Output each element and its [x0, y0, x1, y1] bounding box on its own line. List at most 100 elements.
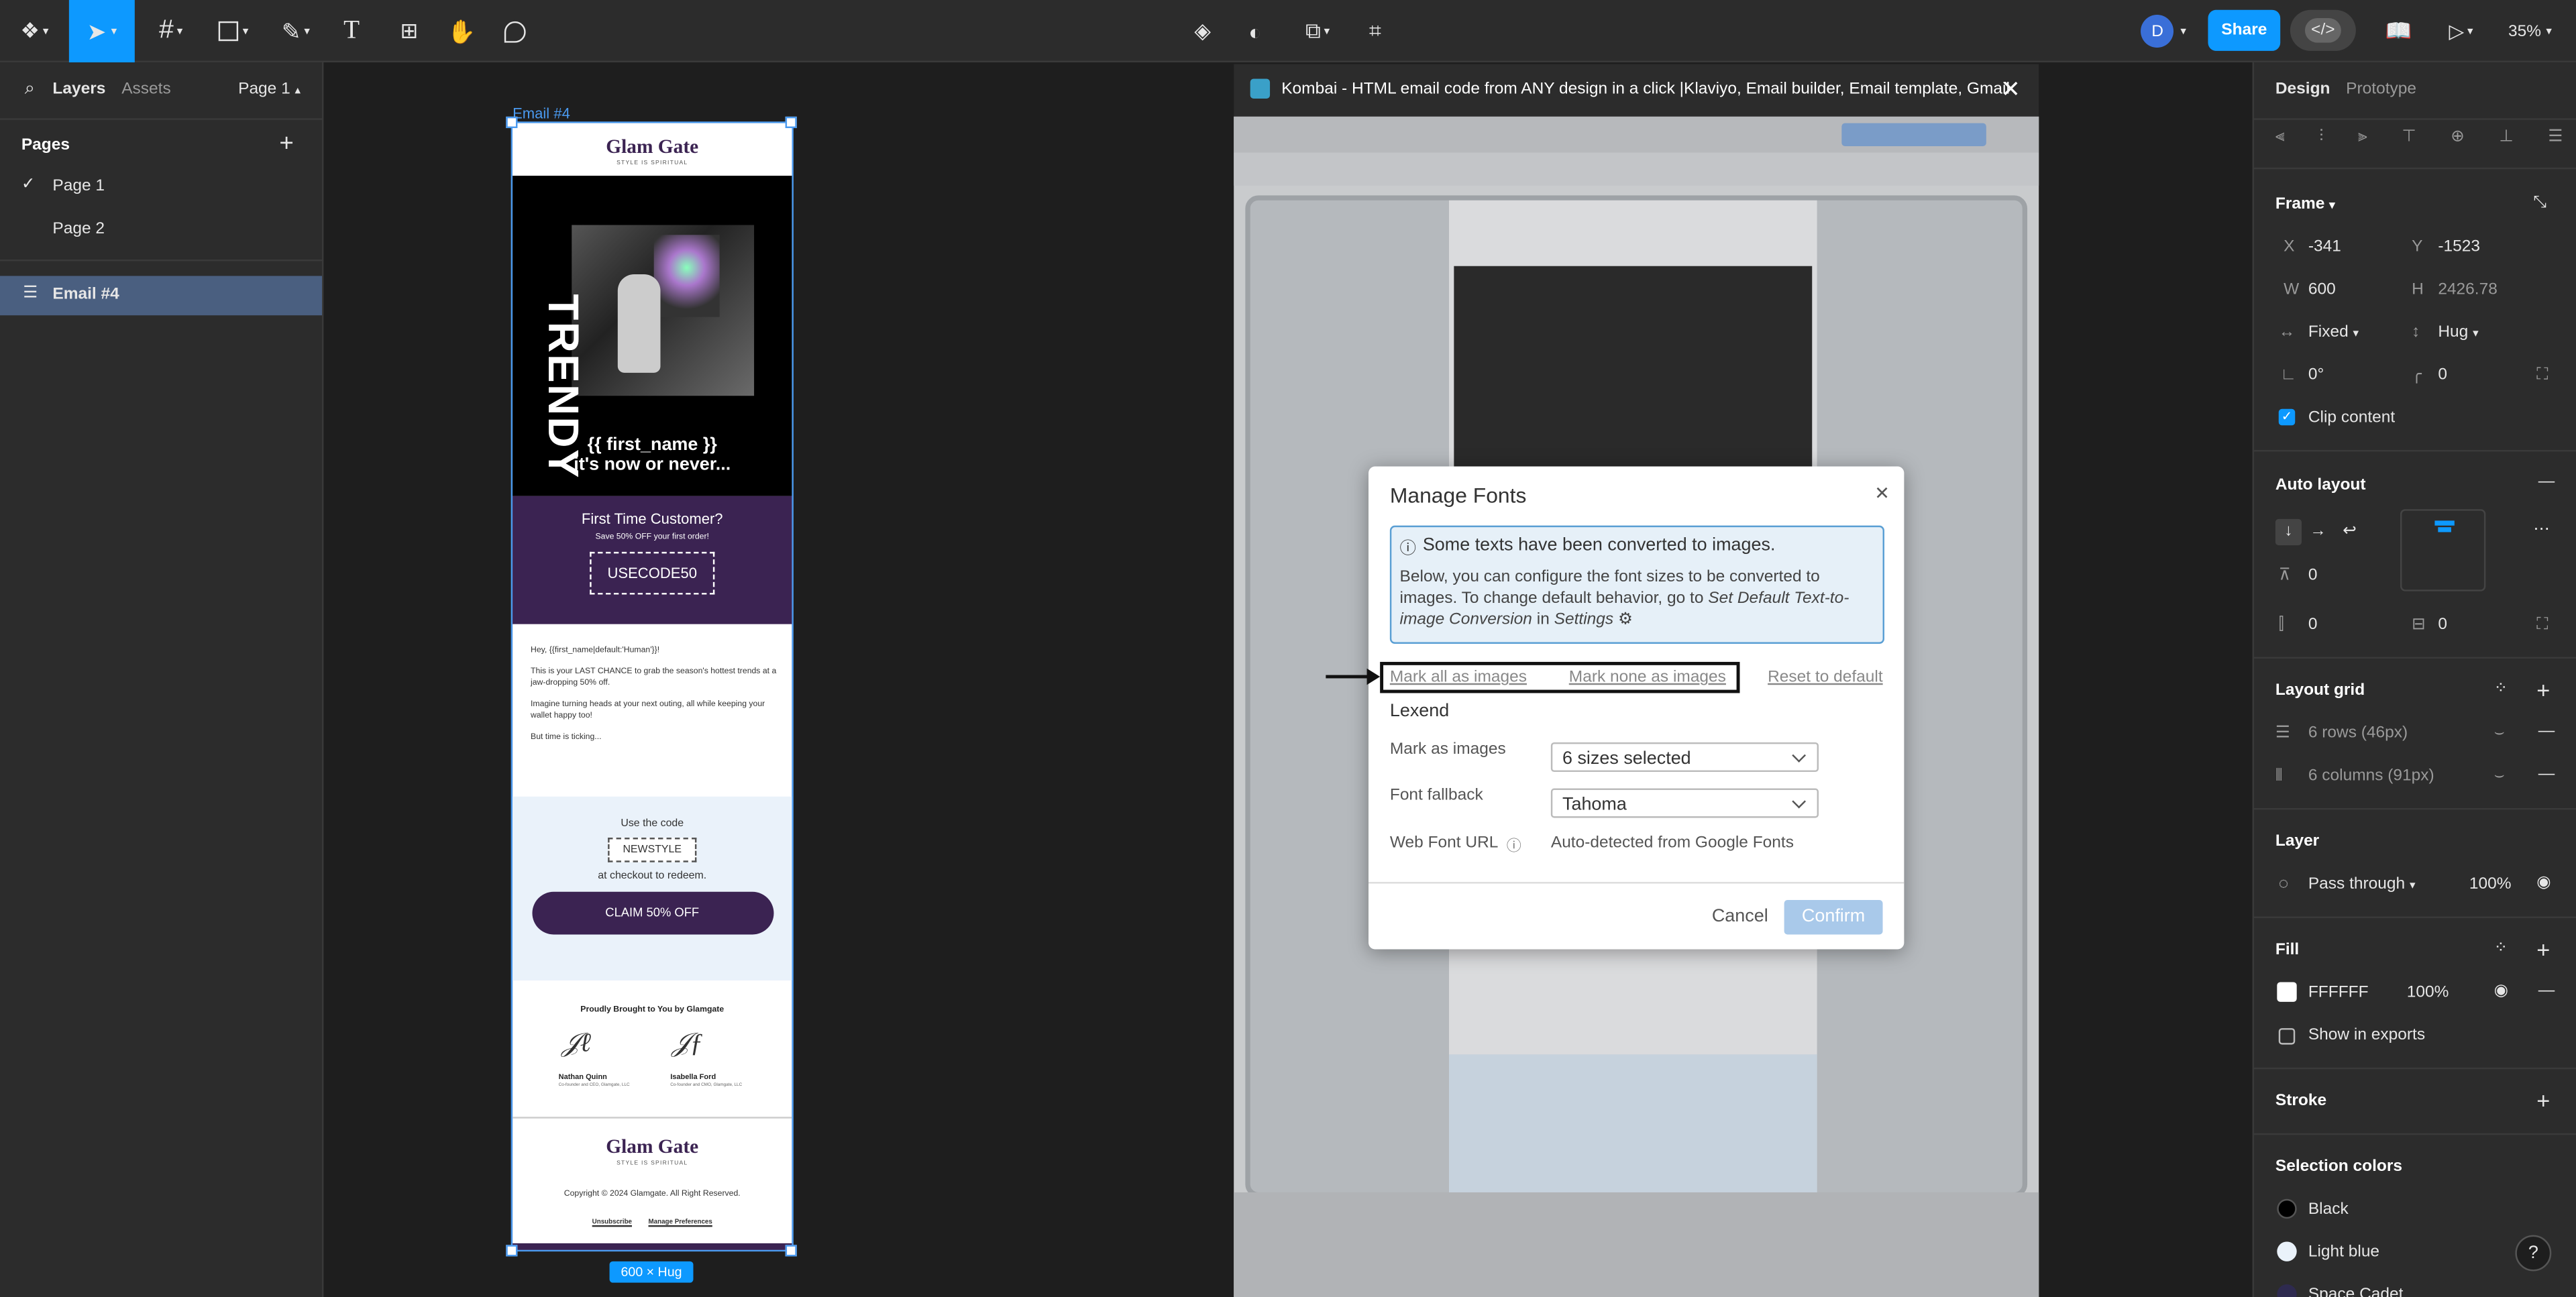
- mask-button[interactable]: ◐: [1236, 0, 1275, 62]
- multiplayer-avatar[interactable]: D ▾: [2129, 0, 2198, 62]
- h-input[interactable]: 2426.78: [2438, 281, 2498, 299]
- fill-styles-icon[interactable]: ⁘: [2494, 940, 2508, 958]
- remove-auto-layout-icon[interactable]: —: [2538, 473, 2555, 491]
- rotation-input[interactable]: 0°: [2308, 366, 2324, 384]
- remove-grid-icon[interactable]: —: [2538, 765, 2555, 783]
- crop-button[interactable]: ⌗: [1357, 0, 1393, 62]
- add-stroke-icon[interactable]: +: [2536, 1087, 2550, 1113]
- tab-design[interactable]: Design: [2275, 80, 2330, 99]
- radius-input[interactable]: 0: [2438, 366, 2447, 384]
- resize-handle[interactable]: [785, 116, 797, 129]
- clip-content-checkbox[interactable]: ✓: [2278, 408, 2296, 426]
- show-exports-checkbox[interactable]: [2278, 1028, 2296, 1045]
- add-page-icon[interactable]: +: [279, 129, 293, 158]
- frame-label[interactable]: Email #4: [513, 105, 570, 121]
- component-button[interactable]: ◈: [1183, 0, 1222, 62]
- mark-none-link[interactable]: Mark none as images: [1569, 669, 1726, 687]
- unsubscribe-link[interactable]: Unsubscribe: [592, 1217, 632, 1225]
- page-item-2[interactable]: Page 2: [0, 213, 322, 246]
- resources-button[interactable]: ⊞: [389, 0, 429, 62]
- help-button[interactable]: ?: [2515, 1235, 2552, 1272]
- horizontal-direction-icon[interactable]: →: [2310, 522, 2326, 541]
- page-selector[interactable]: Page 1 ▴: [238, 80, 301, 99]
- search-icon[interactable]: ⌕: [25, 79, 35, 101]
- pen-tool-button[interactable]: ✎ ▾: [270, 0, 322, 62]
- eye-icon[interactable]: ◉: [2494, 982, 2508, 1001]
- color-swatch-black[interactable]: [2277, 1198, 2297, 1219]
- align-left-icon[interactable]: ⫷: [2275, 128, 2285, 146]
- vertical-direction-icon[interactable]: ↓: [2275, 518, 2302, 546]
- x-input[interactable]: -341: [2308, 238, 2341, 256]
- mark-all-link[interactable]: Mark all as images: [1390, 669, 1527, 687]
- fill-swatch[interactable]: [2277, 982, 2297, 1002]
- more-options-icon[interactable]: ⋯: [2533, 520, 2549, 539]
- eye-icon[interactable]: ◉: [2536, 874, 2551, 892]
- library-button[interactable]: 📖: [2379, 0, 2418, 62]
- align-right-icon[interactable]: ⫸: [2358, 128, 2367, 146]
- frame-tool-button[interactable]: # ▾: [145, 0, 197, 62]
- boolean-button[interactable]: ⧉ ▾: [1291, 0, 1344, 62]
- grid-columns-label[interactable]: 6 columns (91px): [2308, 767, 2434, 785]
- close-plugin-icon[interactable]: ✕: [2001, 76, 2021, 104]
- zoom-menu[interactable]: 35% ▾: [2497, 0, 2563, 62]
- resize-to-fit-icon[interactable]: ⤡: [2533, 194, 2546, 212]
- color-swatch-space-cadet[interactable]: [2277, 1284, 2297, 1297]
- align-center-icon[interactable]: ⫶: [2319, 128, 2323, 146]
- shape-tool-button[interactable]: ▾: [207, 0, 260, 62]
- layer-row-email[interactable]: ☰ Email #4: [0, 276, 323, 316]
- width-sizing-select[interactable]: Fixed ▾: [2308, 323, 2359, 341]
- align-top-icon[interactable]: ⊤: [2402, 128, 2416, 146]
- align-middle-icon[interactable]: ⊕: [2451, 128, 2465, 146]
- present-button[interactable]: ▷ ▾: [2438, 0, 2484, 62]
- fill-opacity-input[interactable]: 100%: [2407, 984, 2449, 1002]
- main-menu-button[interactable]: ❖ ▾: [7, 0, 62, 62]
- grid-visibility-icon[interactable]: ⌣: [2494, 724, 2505, 742]
- email-frame[interactable]: Glam Gate STYLE IS SPIRITUAL TRENDY {{ f…: [511, 121, 794, 1252]
- vertical-padding-input[interactable]: 0: [2438, 616, 2447, 634]
- remove-grid-icon[interactable]: —: [2538, 723, 2555, 741]
- gear-icon[interactable]: ⚙: [1618, 611, 1633, 629]
- color-swatch-light-blue[interactable]: [2277, 1241, 2297, 1261]
- add-fill-icon[interactable]: +: [2536, 936, 2550, 962]
- independent-corners-icon[interactable]: ⛶: [2536, 366, 2548, 384]
- resize-handle[interactable]: [785, 1245, 797, 1257]
- mark-as-images-select[interactable]: 6 sizes selected: [1550, 742, 1819, 773]
- horizontal-padding-input[interactable]: 0: [2308, 616, 2318, 634]
- blend-mode-select[interactable]: Pass through ▾: [2308, 875, 2416, 893]
- tab-layers[interactable]: Layers: [52, 80, 105, 99]
- hand-tool-button[interactable]: ✋: [442, 0, 482, 62]
- padding-expand-icon[interactable]: ⛶: [2536, 616, 2548, 634]
- move-tool-button[interactable]: ➤ ▾: [68, 0, 135, 63]
- layer-opacity-input[interactable]: 100%: [2469, 875, 2512, 893]
- wrap-direction-icon[interactable]: ↩: [2343, 522, 2357, 541]
- w-input[interactable]: 600: [2308, 281, 2336, 299]
- frame-heading[interactable]: Frame ▾: [2275, 195, 2335, 213]
- text-tool-button[interactable]: T: [332, 0, 372, 62]
- comment-tool-button[interactable]: [494, 0, 534, 62]
- cancel-button[interactable]: Cancel: [1712, 907, 1768, 926]
- height-sizing-select[interactable]: Hug ▾: [2438, 323, 2478, 341]
- reset-default-link[interactable]: Reset to default: [1768, 669, 1883, 687]
- manage-preferences-link[interactable]: Manage Preferences: [649, 1217, 712, 1225]
- close-dialog-icon[interactable]: ✕: [1874, 483, 1890, 504]
- claim-button[interactable]: CLAIM 50% OFF: [531, 891, 773, 935]
- add-grid-icon[interactable]: +: [2536, 677, 2550, 703]
- confirm-button[interactable]: Confirm: [1784, 900, 1883, 935]
- tab-prototype[interactable]: Prototype: [2346, 80, 2416, 99]
- tab-assets[interactable]: Assets: [121, 80, 171, 99]
- fill-hex-input[interactable]: FFFFFF: [2308, 984, 2369, 1002]
- share-button[interactable]: Share: [2208, 9, 2281, 51]
- alignment-grid[interactable]: [2400, 509, 2486, 591]
- resize-handle[interactable]: [506, 1245, 518, 1257]
- font-fallback-select[interactable]: Tahoma: [1550, 788, 1819, 818]
- settings-link[interactable]: Settings: [1554, 611, 1614, 629]
- dev-mode-toggle[interactable]: </>: [2290, 9, 2356, 51]
- gap-input[interactable]: 0: [2308, 567, 2318, 585]
- resize-handle[interactable]: [506, 116, 518, 129]
- help-icon[interactable]: ⓘ: [1507, 834, 1521, 856]
- grid-styles-icon[interactable]: ⁘: [2494, 680, 2508, 698]
- grid-rows-label[interactable]: 6 rows (46px): [2308, 724, 2408, 742]
- align-bottom-icon[interactable]: ⊥: [2499, 128, 2513, 146]
- page-item-1[interactable]: ✓ Page 1: [0, 171, 322, 204]
- grid-visibility-icon[interactable]: ⌣: [2494, 767, 2505, 785]
